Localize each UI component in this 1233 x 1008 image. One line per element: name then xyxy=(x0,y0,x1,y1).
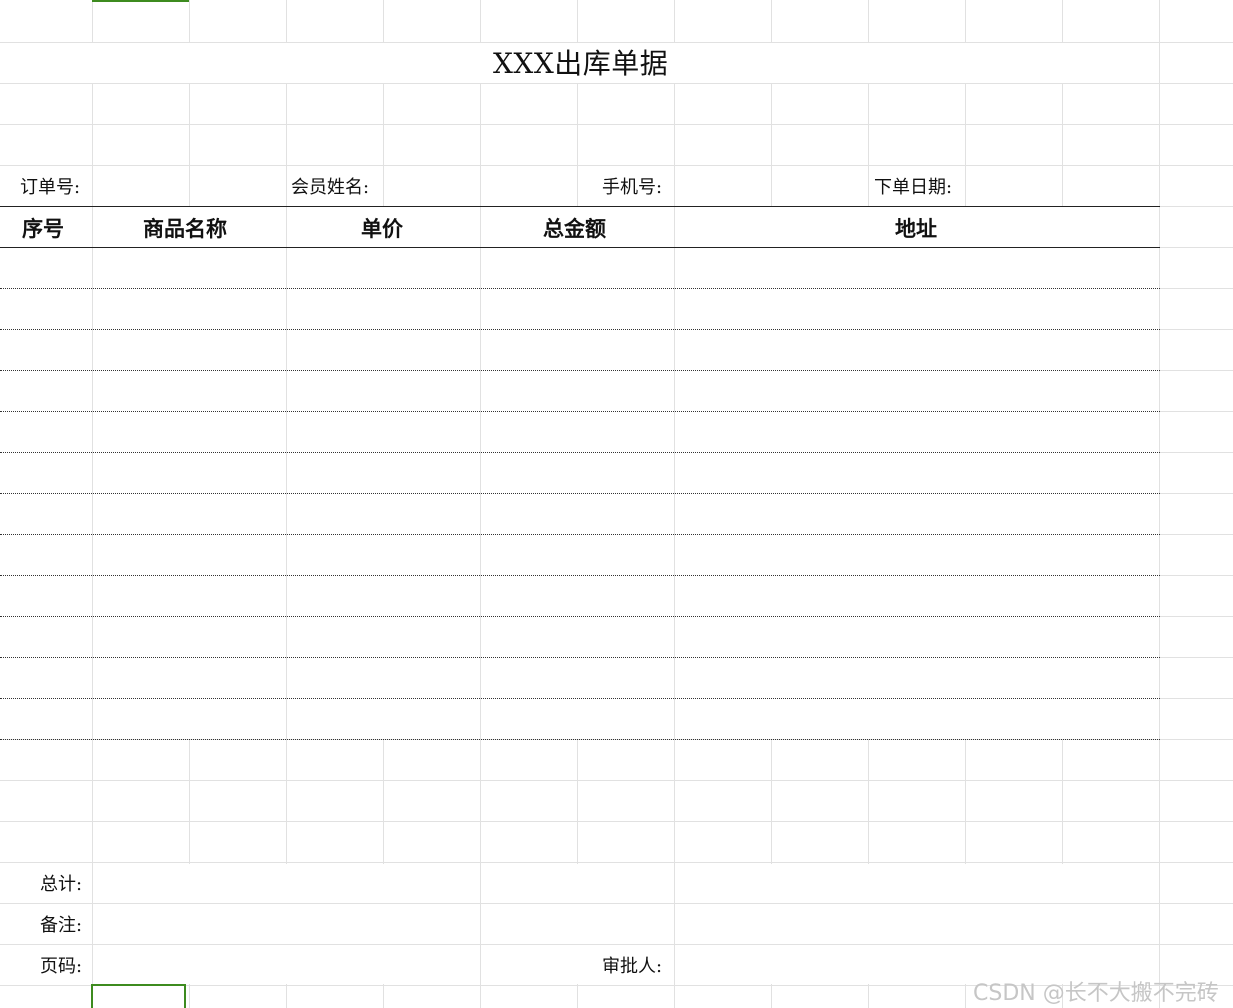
table-row-border xyxy=(0,739,1160,740)
footer-mask xyxy=(0,864,1159,984)
member-name-label[interactable]: 会员姓名: xyxy=(291,179,369,197)
table-row-border xyxy=(0,616,1160,617)
table-header-top-border xyxy=(0,206,1160,207)
table-row-border xyxy=(0,698,1160,699)
row-gridline xyxy=(1160,698,1233,699)
row-gridline xyxy=(0,165,1233,166)
table-header-bottom-border xyxy=(0,247,1160,248)
page-number-label[interactable]: 页码: xyxy=(40,958,82,976)
selected-cell[interactable] xyxy=(91,984,186,1008)
table-row-border xyxy=(0,493,1160,494)
remark-label[interactable]: 备注: xyxy=(40,917,82,935)
table-row-border xyxy=(0,657,1160,658)
row-gridline xyxy=(1160,370,1233,371)
column-header-address[interactable]: 地址 xyxy=(895,218,937,239)
table-col-separator xyxy=(1159,207,1160,739)
table-row-border xyxy=(0,575,1160,576)
row-gridline xyxy=(1160,575,1233,576)
row-gridline xyxy=(0,903,1233,904)
row-gridline xyxy=(1160,616,1233,617)
row-gridline xyxy=(1160,288,1233,289)
row-gridline xyxy=(1160,411,1233,412)
row-gridline xyxy=(1160,534,1233,535)
table-row-border xyxy=(0,534,1160,535)
column-selection-indicator xyxy=(92,0,189,2)
sheet-title[interactable]: XXX出库单据 xyxy=(493,50,668,78)
footer-col-separator xyxy=(1159,864,1160,984)
column-header-index[interactable]: 序号 xyxy=(22,218,64,239)
column-header-unit-price[interactable]: 单价 xyxy=(361,218,403,239)
row-gridline xyxy=(0,944,1233,945)
column-header-total-amount[interactable]: 总金额 xyxy=(543,218,606,239)
order-date-label[interactable]: 下单日期: xyxy=(874,179,952,197)
table-col-separator xyxy=(286,207,287,739)
row-gridline xyxy=(0,862,1233,863)
table-row-border xyxy=(0,370,1160,371)
table-row-border xyxy=(0,288,1160,289)
row-gridline xyxy=(1160,206,1233,207)
footer-col-separator xyxy=(92,864,93,984)
total-label[interactable]: 总计: xyxy=(40,876,82,894)
watermark: CSDN @长不大搬不完砖 xyxy=(973,981,1219,1006)
row-gridline xyxy=(1160,657,1233,658)
row-gridline xyxy=(1160,493,1233,494)
spreadsheet-grid[interactable] xyxy=(0,0,1233,1008)
row-gridline xyxy=(0,42,1233,43)
approver-label[interactable]: 审批人: xyxy=(602,958,662,976)
table-col-separator xyxy=(674,207,675,739)
table-col-separator xyxy=(480,207,481,739)
footer-col-separator xyxy=(480,864,481,984)
phone-label[interactable]: 手机号: xyxy=(602,179,662,197)
row-gridline xyxy=(0,821,1233,822)
table-row-border xyxy=(0,329,1160,330)
footer-col-separator xyxy=(674,864,675,984)
row-gridline xyxy=(0,83,1233,84)
table-row-border xyxy=(0,411,1160,412)
row-gridline xyxy=(1160,247,1233,248)
table-row-border xyxy=(0,452,1160,453)
row-gridline xyxy=(0,124,1233,125)
order-number-label[interactable]: 订单号: xyxy=(20,179,80,197)
table-col-separator xyxy=(92,207,93,739)
row-gridline xyxy=(1160,452,1233,453)
row-gridline xyxy=(1160,329,1233,330)
row-gridline xyxy=(0,780,1233,781)
table-body-mask xyxy=(0,207,1159,739)
column-header-product-name[interactable]: 商品名称 xyxy=(143,218,227,239)
